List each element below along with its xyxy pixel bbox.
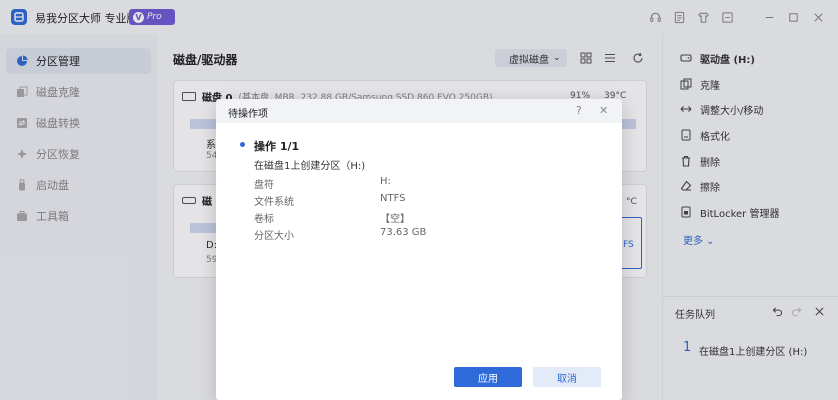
prop-value-filesystem: NTFS — [380, 193, 406, 204]
operation-description: 在磁盘1上创建分区（H:) — [254, 161, 366, 172]
prop-label-volume-label: 卷标 — [254, 214, 274, 225]
operation-bullet — [240, 142, 245, 147]
prop-value-partition-size: 73.63 GB — [380, 227, 427, 238]
dialog-header: 待操作项 ? ✕ — [216, 99, 622, 123]
prop-label-partition-size: 分区大小 — [254, 231, 294, 242]
operation-title: 操作 1/1 — [254, 140, 300, 153]
apply-button[interactable]: 应用 — [454, 367, 522, 387]
cancel-button[interactable]: 取消 — [533, 367, 601, 387]
prop-value-volume-label: 【空】 — [380, 214, 410, 225]
prop-label-drive-letter: 盘符 — [254, 180, 274, 191]
prop-value-drive-letter: H: — [380, 176, 391, 187]
pending-operations-dialog: 待操作项 ? ✕ 操作 1/1 在磁盘1上创建分区（H:) 盘符 H: 文件系统… — [216, 99, 622, 400]
prop-label-filesystem: 文件系统 — [254, 197, 294, 208]
help-icon[interactable]: ? — [576, 104, 582, 117]
close-icon[interactable]: ✕ — [599, 104, 608, 117]
dialog-title: 待操作项 — [228, 109, 268, 120]
